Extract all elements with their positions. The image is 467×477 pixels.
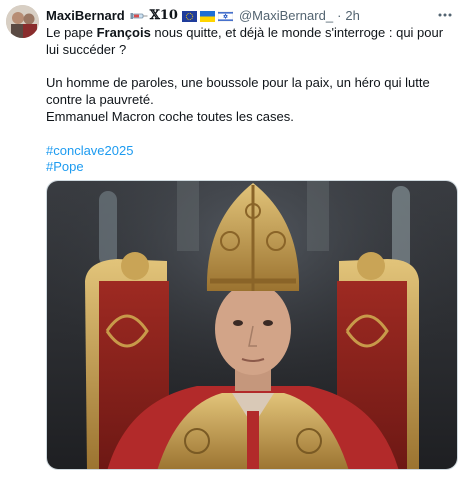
display-name[interactable]: MaxiBernard — [46, 7, 125, 25]
eu-flag-icon — [181, 10, 197, 22]
bold-name: François — [96, 25, 151, 40]
tweet-header: MaxiBernard 𝕏10 @MaxiBernard_ · 2h — [46, 7, 437, 25]
timestamp[interactable]: 2h — [345, 7, 359, 25]
ukraine-flag-icon — [199, 10, 215, 22]
hashtag-link[interactable]: #Pope — [46, 159, 456, 176]
tweet-paragraph-3: Emmanuel Macron coche toutes les cases. — [46, 108, 294, 124]
separator-dot: · — [337, 8, 342, 23]
tweet-paragraph-2: Un homme de paroles, une boussole pour l… — [46, 75, 430, 108]
tweet-card[interactable]: MaxiBernard 𝕏10 @MaxiBernard_ · 2h Le pa… — [0, 0, 467, 477]
tweet-image[interactable] — [46, 180, 458, 470]
tweet-text: Le pape François nous quitte, et déjà le… — [46, 25, 456, 176]
syringe-icon — [130, 13, 148, 19]
pope-portrait-image — [47, 181, 457, 469]
tweet-paragraph-1: Le pape François nous quitte, et déjà le… — [46, 25, 456, 59]
text-segment: Le pape — [46, 25, 97, 40]
user-handle[interactable]: @MaxiBernard_ — [239, 7, 333, 25]
avatar[interactable] — [6, 5, 39, 38]
hashtag-link[interactable]: #conclave2025 — [46, 143, 456, 160]
more-options-icon[interactable] — [437, 9, 453, 21]
x10-badge: 𝕏10 — [149, 8, 178, 23]
israel-flag-icon — [217, 10, 233, 22]
